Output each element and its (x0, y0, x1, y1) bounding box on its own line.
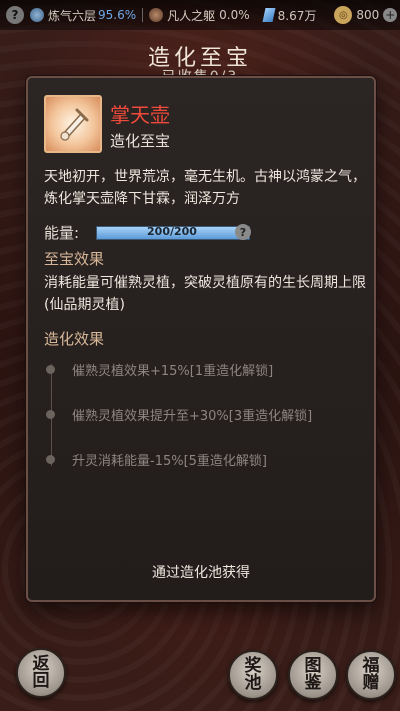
level-dot (46, 455, 55, 464)
level-row: 催熟灵植效果提升至+30%[3重造化解锁] (46, 405, 312, 424)
effect-description: 消耗能量可催熟灵植，突破灵植原有的生长周期上限(仙品期灵植) (44, 275, 366, 313)
level-dot (46, 410, 55, 419)
coins[interactable]: ◎ 800 + (334, 6, 398, 24)
codex-label: 图鉴 (304, 656, 322, 693)
level-dot (46, 365, 55, 374)
divider (142, 8, 144, 22)
gift-label: 福赠 (362, 656, 380, 693)
treasure-description: 天地初开，世界荒凉，毫无生机。古神以鸿蒙之气，炼化掌天壶降下甘霖，润泽万方 (44, 169, 366, 207)
stage-label: 炼气六层 (48, 8, 97, 23)
help-icon[interactable]: ? (6, 6, 24, 24)
obtain-source[interactable]: 通过造化池获得 (28, 562, 374, 582)
treasure-type: 造化至宝 (110, 132, 171, 150)
treasure-detail-panel: 掌天壶 造化至宝 天地初开，世界荒凉，毫无生机。古神以鸿蒙之气，炼化掌天壶降下甘… (26, 76, 376, 602)
back-button[interactable]: 返回 (16, 648, 66, 698)
energy-value: 200/200 (147, 225, 197, 238)
prize-pool-button[interactable]: 奖池 (228, 650, 278, 700)
cultivation-icon (30, 8, 44, 22)
spirit-stones[interactable]: 8.67万 (262, 7, 317, 24)
prize-pool-label: 奖池 (244, 656, 262, 693)
body-stage-label: 凡人之躯 (167, 8, 216, 23)
energy-label: 能量: (44, 224, 80, 242)
add-coins-button[interactable]: + (383, 8, 398, 22)
status-bar: ? 炼气六层 95.6% 凡人之躯 0.0% 8.67万 ◎ 800 + (0, 0, 400, 30)
treasure-icon (44, 95, 102, 153)
effect-section-title: 至宝效果 (44, 250, 105, 268)
gift-button[interactable]: 福赠 (346, 650, 396, 700)
spirit-stones-value: 8.67万 (277, 8, 317, 23)
level-text: 催熟灵植效果提升至+30%[3重造化解锁] (72, 409, 313, 424)
back-button-label: 返回 (32, 654, 50, 691)
level-row: 催熟灵植效果+15%[1重造化解锁] (46, 360, 273, 379)
body-stage[interactable]: 凡人之躯 0.0% (149, 7, 250, 24)
gem-icon (262, 8, 276, 22)
codex-button[interactable]: 图鉴 (288, 650, 338, 700)
body-progress: 0.0% (219, 8, 250, 22)
stage-progress: 95.6% (98, 8, 137, 22)
treasure-name: 掌天壶 (110, 103, 170, 127)
levels-section-title: 造化效果 (44, 330, 105, 348)
coins-value: 800 (356, 8, 380, 22)
level-row: 升灵消耗能量-15%[5重造化解锁] (46, 450, 267, 469)
level-text: 催熟灵植效果+15%[1重造化解锁] (72, 364, 274, 379)
body-icon (149, 8, 164, 22)
level-text: 升灵消耗能量-15%[5重造化解锁] (72, 454, 268, 469)
cultivation-stage[interactable]: 炼气六层 95.6% (30, 7, 136, 24)
coin-icon: ◎ (334, 6, 353, 24)
pot-icon (60, 108, 89, 141)
energy-help-icon[interactable]: ? (235, 224, 251, 240)
